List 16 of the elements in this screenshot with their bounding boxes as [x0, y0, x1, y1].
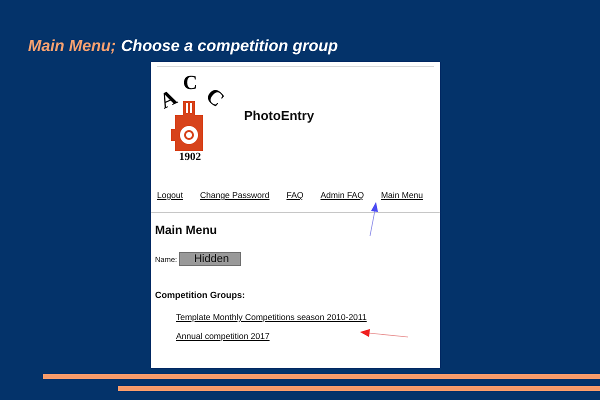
group-link[interactable]: Annual competition 2017: [176, 331, 270, 341]
page-heading: Main Menu: [155, 223, 217, 237]
nav-link[interactable]: Logout: [157, 190, 183, 200]
group-link[interactable]: Template Monthly Competitions season 2010-2011: [176, 312, 367, 322]
slide-title-lead: Main Menu;: [28, 38, 116, 56]
nav-link[interactable]: Admin FAQ: [320, 190, 364, 200]
name-field: Hidden: [179, 252, 242, 266]
site-name: PhotoEntry: [244, 108, 314, 122]
pointer-arrow: [367, 202, 379, 238]
pointer-arrow: [360, 329, 410, 339]
nav-link[interactable]: FAQ: [286, 190, 304, 200]
club-logo-drawing: A C C 1902: [155, 73, 225, 163]
nav-link[interactable]: Main Menu: [380, 190, 424, 200]
slide-title: Choose a competition group: [121, 38, 338, 56]
nav-link[interactable]: Change Password: [200, 190, 270, 200]
section-heading: Competition Groups:: [154, 289, 246, 300]
